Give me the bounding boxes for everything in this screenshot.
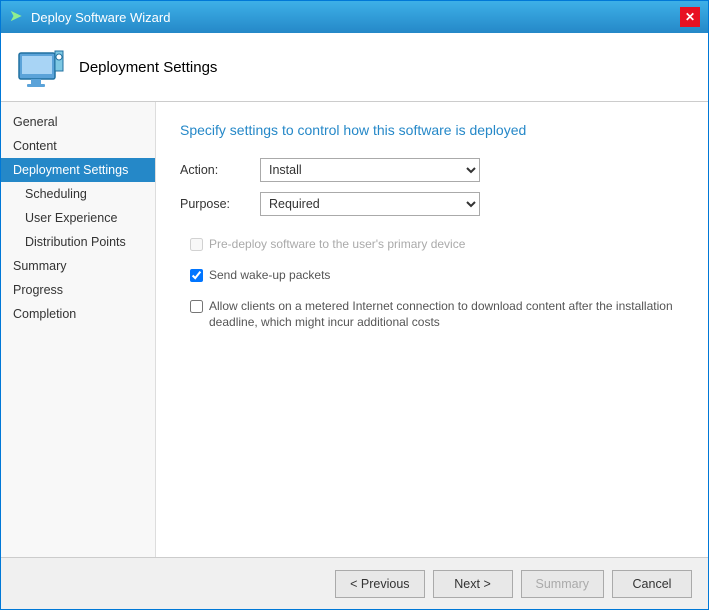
predeploy-checkbox[interactable] (190, 238, 203, 251)
metered-row: Allow clients on a metered Internet conn… (190, 298, 684, 332)
title-bar-left: ➤ Deploy Software Wizard (9, 9, 170, 25)
close-button[interactable]: ✕ (680, 7, 700, 27)
sidebar-item-user-experience[interactable]: User Experience (1, 206, 155, 230)
purpose-row: Purpose: Required Available (180, 192, 684, 216)
nav-icon: ➤ (9, 9, 25, 25)
metered-checkbox[interactable] (190, 300, 203, 313)
sidebar-item-scheduling[interactable]: Scheduling (1, 182, 155, 206)
next-button[interactable]: Next > (433, 570, 513, 598)
wakeup-row: Send wake-up packets (190, 267, 684, 284)
main-window: ➤ Deploy Software Wizard ✕ Deployment Se… (0, 0, 709, 610)
window-title: Deploy Software Wizard (31, 10, 170, 25)
action-row: Action: Install Uninstall (180, 158, 684, 182)
sidebar-item-content[interactable]: Content (1, 134, 155, 158)
content-area: Specify settings to control how this sof… (156, 102, 708, 557)
summary-button[interactable]: Summary (521, 570, 604, 598)
cancel-button[interactable]: Cancel (612, 570, 692, 598)
action-select[interactable]: Install Uninstall (260, 158, 480, 182)
sidebar-item-completion[interactable]: Completion (1, 302, 155, 326)
footer: < Previous Next > Summary Cancel (1, 557, 708, 609)
predeploy-row: Pre-deploy software to the user's primar… (190, 236, 684, 253)
content-title: Specify settings to control how this sof… (180, 122, 684, 138)
wakeup-checkbox[interactable] (190, 269, 203, 282)
sidebar: General Content Deployment Settings Sche… (1, 102, 156, 557)
action-label: Action: (180, 163, 260, 177)
header-section: Deployment Settings (1, 33, 708, 102)
wakeup-label: Send wake-up packets (209, 267, 330, 284)
sidebar-item-distribution-points[interactable]: Distribution Points (1, 230, 155, 254)
sidebar-item-general[interactable]: General (1, 110, 155, 134)
purpose-select[interactable]: Required Available (260, 192, 480, 216)
body: General Content Deployment Settings Sche… (1, 102, 708, 557)
header-title: Deployment Settings (79, 59, 217, 76)
title-bar: ➤ Deploy Software Wizard ✕ (1, 1, 708, 33)
predeploy-label: Pre-deploy software to the user's primar… (209, 236, 465, 253)
sidebar-item-summary[interactable]: Summary (1, 254, 155, 278)
sidebar-item-deployment-settings[interactable]: Deployment Settings (1, 158, 155, 182)
sidebar-item-progress[interactable]: Progress (1, 278, 155, 302)
options-area: Pre-deploy software to the user's primar… (180, 236, 684, 331)
previous-button[interactable]: < Previous (335, 570, 424, 598)
purpose-label: Purpose: (180, 197, 260, 211)
metered-label: Allow clients on a metered Internet conn… (209, 298, 684, 332)
deployment-icon (17, 43, 65, 91)
